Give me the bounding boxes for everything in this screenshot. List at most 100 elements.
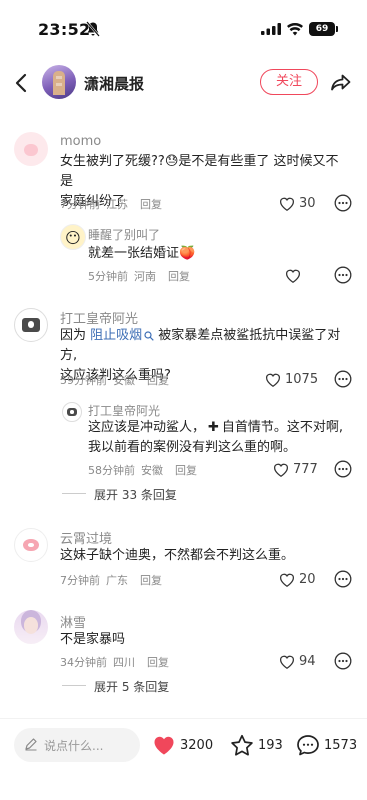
like-count: 94 <box>299 653 316 669</box>
comment-item: 云霄过境 这妹子缺个迪奥，不然都会不判这么重。 7分钟前 广东 回复 20 <box>0 526 367 596</box>
comment-input[interactable]: 说点什么... <box>14 728 140 762</box>
comment-username[interactable]: 云霄过境 <box>60 528 112 547</box>
comment-text: 这应该是冲动鲨人， ✚ 自首情节。这不对啊, 我以前看的案例没有判这么重的啊。 <box>88 418 358 458</box>
status-bar: 23:52 69 <box>0 0 367 52</box>
comment-time: 7分钟前 <box>60 198 100 211</box>
heart-outline-icon <box>265 373 281 387</box>
comment-time: 58分钟前 <box>88 464 135 477</box>
comment-meta: 5分钟前 河南 回复 <box>88 268 196 284</box>
comment-count: 1573 <box>324 737 358 753</box>
reply-button[interactable]: 回复 <box>147 656 169 669</box>
battery-icon: 69 <box>309 22 338 36</box>
expand-replies-button[interactable]: 展开 33 条回复 <box>62 486 177 503</box>
like-button[interactable]: 1075 <box>264 370 318 388</box>
reply-button[interactable]: 回复 <box>147 374 169 387</box>
comments-button[interactable]: 1573 <box>296 733 357 757</box>
bell-off-icon <box>86 21 100 37</box>
comment-username[interactable]: 打工皇帝阿光 <box>60 308 138 327</box>
like-button[interactable]: 777 <box>272 460 318 478</box>
more-options-icon[interactable] <box>334 266 352 284</box>
like-count: 1075 <box>285 371 319 387</box>
reply-button[interactable]: 回复 <box>140 198 162 211</box>
comment-location: 江苏 <box>106 198 128 211</box>
heart-outline-icon <box>279 655 295 669</box>
avatar[interactable] <box>60 224 86 250</box>
bottom-action-bar: 说点什么... 3200 193 1573 <box>0 718 367 778</box>
like-button[interactable] <box>284 266 302 284</box>
star-icon <box>231 734 253 756</box>
like-button[interactable]: 94 <box>278 652 316 670</box>
avatar[interactable] <box>14 308 48 342</box>
more-options-icon[interactable] <box>334 570 352 588</box>
comment-meta: 59分钟前 安徽 回复 <box>60 372 175 388</box>
comment-time: 34分钟前 <box>60 656 107 669</box>
heart-outline-icon <box>279 573 295 587</box>
like-article-button[interactable]: 3200 <box>152 733 213 757</box>
sweat-face-emoji-icon: 😓 <box>164 154 179 169</box>
more-options-icon[interactable] <box>334 460 352 478</box>
comment-bubble-icon <box>297 735 319 756</box>
search-icon <box>144 330 154 341</box>
comment-text: 不是家暴吗 <box>60 632 126 647</box>
avatar[interactable] <box>14 528 48 562</box>
channel-avatar[interactable] <box>42 65 76 99</box>
comment-text-part: 就差一张结婚证 <box>88 246 180 261</box>
signal-icon <box>261 23 281 35</box>
follow-button[interactable]: 关注 <box>260 69 318 95</box>
comment-text-part: 我以前看的案例没有判这么重的啊。 <box>88 440 297 455</box>
expand-replies-button[interactable]: 展开 5 条回复 <box>61 678 169 695</box>
search-keyword-link[interactable]: 阻止吸烟 <box>90 328 142 343</box>
comment-location: 广东 <box>106 574 128 587</box>
comment-username[interactable]: 淋雪 <box>60 612 86 631</box>
comment-text-part: 因为 <box>60 328 91 343</box>
comment-username[interactable]: momo <box>60 134 101 149</box>
reply-button[interactable]: 回复 <box>175 464 197 477</box>
like-count: 30 <box>299 195 316 211</box>
comment-username[interactable]: 睡醒了别叫了 <box>88 226 160 243</box>
comment-text: 就差一张结婚证🍑 <box>88 244 195 264</box>
comment-item: 打工皇帝阿光 因为 阻止吸烟 被家暴差点被鲨抵抗中误鲨了对方, 这应该判这么重吗… <box>0 304 367 504</box>
channel-name[interactable]: 潇湘晨报 <box>84 73 144 94</box>
article-header: 潇湘晨报 关注 <box>0 62 367 104</box>
comment-text-part: 自首情节。这不对啊, <box>221 420 344 435</box>
peach-emoji-icon: 🍑 <box>179 246 196 261</box>
like-button[interactable]: 30 <box>278 194 316 212</box>
comment-item: 淋雪 不是家暴吗 34分钟前 四川 回复 94 展开 5 条回复 <box>0 610 367 700</box>
comment-text: 这妹子缺个迪奥，不然都会不判这么重。 <box>60 548 295 563</box>
comment-username[interactable]: 打工皇帝阿光 <box>88 402 160 419</box>
heart-outline-icon <box>279 197 295 211</box>
reply-button[interactable]: 回复 <box>140 574 162 587</box>
heart-outline-icon <box>285 269 301 283</box>
favorite-button[interactable]: 193 <box>230 733 283 757</box>
back-arrow-icon[interactable] <box>12 71 32 95</box>
comment-text-part: 这应该是冲动鲨人， <box>88 420 206 435</box>
avatar[interactable] <box>14 610 48 644</box>
comment-input-placeholder: 说点什么... <box>44 739 104 753</box>
reply-button[interactable]: 回复 <box>168 270 190 283</box>
avatar[interactable] <box>14 132 48 166</box>
comment-time: 59分钟前 <box>60 374 107 387</box>
status-time: 23:52 <box>38 20 91 39</box>
plus-icon: ✚ <box>208 420 219 435</box>
avatar[interactable] <box>62 402 82 422</box>
more-options-icon[interactable] <box>334 194 352 212</box>
heart-filled-icon <box>154 736 174 755</box>
comment-text-part: 女生被判了死缓?? <box>60 154 165 169</box>
share-icon[interactable] <box>330 71 352 93</box>
wifi-icon <box>287 23 303 36</box>
comment-location: 河南 <box>134 270 156 283</box>
comment-location: 安徽 <box>113 374 135 387</box>
like-count: 20 <box>299 571 316 587</box>
more-options-icon[interactable] <box>334 652 352 670</box>
more-options-icon[interactable] <box>334 370 352 388</box>
comment-meta: 58分钟前 安徽 回复 <box>88 462 203 478</box>
like-count: 777 <box>293 461 318 477</box>
comment-meta: 34分钟前 四川 回复 <box>60 654 175 670</box>
pencil-icon <box>25 738 37 751</box>
like-button[interactable]: 20 <box>278 570 316 588</box>
comment-item: momo 女生被判了死缓??😓是不是有些重了 这时候又不是 家庭纠纷了 7分钟前… <box>0 128 367 298</box>
comment-location: 四川 <box>113 656 135 669</box>
article-like-count: 3200 <box>180 737 214 753</box>
comment-meta: 7分钟前 广东 回复 <box>60 572 168 588</box>
comment-location: 安徽 <box>141 464 163 477</box>
